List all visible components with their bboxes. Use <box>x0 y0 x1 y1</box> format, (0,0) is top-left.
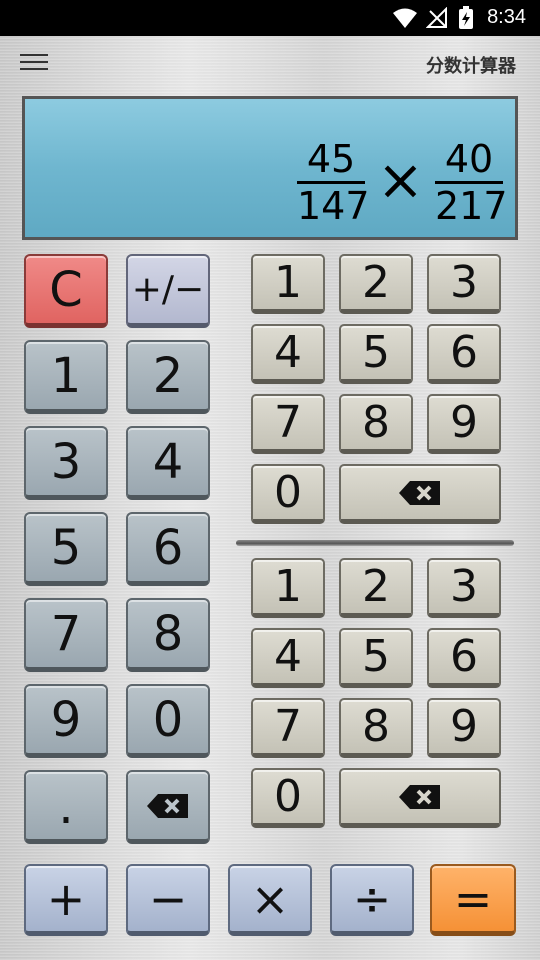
whole-digit-5-button[interactable]: 5 <box>24 512 108 586</box>
numerator-digit-3-button[interactable]: 3 <box>427 254 501 314</box>
right-numerator: 40 <box>444 137 494 181</box>
numerator-digit-7-button[interactable]: 7 <box>251 394 325 454</box>
status-time: 8:34 <box>487 6 526 28</box>
denominator-digit-7-button[interactable]: 7 <box>251 698 325 758</box>
numerator-digit-6-button[interactable]: 6 <box>427 324 501 384</box>
status-bar: 8:34 <box>0 0 540 36</box>
whole-digit-0-button[interactable]: 0 <box>126 684 210 758</box>
denominator-digit-9-button[interactable]: 9 <box>427 698 501 758</box>
whole-digit-4-button[interactable]: 4 <box>126 426 210 500</box>
app-title: 分数计算器 <box>426 56 516 77</box>
backspace-icon <box>399 480 440 505</box>
backspace-icon <box>147 793 188 818</box>
whole-digit-9-button[interactable]: 9 <box>24 684 108 758</box>
whole-digit-2-button[interactable]: 2 <box>126 340 210 414</box>
left-numerator: 45 <box>306 137 356 181</box>
subtract-button[interactable]: − <box>126 864 210 936</box>
wifi-icon <box>393 8 417 28</box>
no-signal-icon <box>426 7 447 28</box>
menu-icon[interactable] <box>20 54 48 76</box>
numerator-digit-8-button[interactable]: 8 <box>339 394 413 454</box>
left-fraction: 45 147 <box>297 137 370 228</box>
numerator-digit-5-button[interactable]: 5 <box>339 324 413 384</box>
numerator-digit-9-button[interactable]: 9 <box>427 394 501 454</box>
denominator-backspace-button[interactable] <box>339 768 501 828</box>
equals-button[interactable]: = <box>430 864 516 936</box>
numerator-digit-4-button[interactable]: 4 <box>251 324 325 384</box>
right-fraction: 40 217 <box>435 137 508 228</box>
backspace-icon <box>399 784 440 809</box>
denominator-digit-2-button[interactable]: 2 <box>339 558 413 618</box>
divide-button[interactable]: ÷ <box>330 864 414 936</box>
battery-charging-icon <box>459 6 473 29</box>
numerator-digit-1-button[interactable]: 1 <box>251 254 325 314</box>
numerator-digit-0-button[interactable]: 0 <box>251 464 325 524</box>
whole-digit-3-button[interactable]: 3 <box>24 426 108 500</box>
whole-digit-7-button[interactable]: 7 <box>24 598 108 672</box>
sign-toggle-button[interactable]: +/− <box>126 254 210 328</box>
right-denominator: 217 <box>435 184 508 228</box>
whole-digit-6-button[interactable]: 6 <box>126 512 210 586</box>
denominator-digit-8-button[interactable]: 8 <box>339 698 413 758</box>
whole-digit-8-button[interactable]: 8 <box>126 598 210 672</box>
multiply-button[interactable]: × <box>228 864 312 936</box>
denominator-digit-6-button[interactable]: 6 <box>427 628 501 688</box>
whole-digit-1-button[interactable]: 1 <box>24 340 108 414</box>
whole-backspace-button[interactable] <box>126 770 210 844</box>
numerator-digit-2-button[interactable]: 2 <box>339 254 413 314</box>
denominator-digit-5-button[interactable]: 5 <box>339 628 413 688</box>
result-display: 45 147 × 40 217 <box>22 96 518 240</box>
fraction-divider-bar <box>236 540 514 546</box>
denominator-digit-4-button[interactable]: 4 <box>251 628 325 688</box>
numerator-backspace-button[interactable] <box>339 464 501 524</box>
decimal-point-button[interactable]: . <box>24 770 108 844</box>
denominator-digit-3-button[interactable]: 3 <box>427 558 501 618</box>
display-operator: × <box>377 148 424 213</box>
calculator-app: 分数计算器 45 147 × 40 217 C +/− 1 2 3 4 5 6 … <box>0 36 540 960</box>
denominator-digit-0-button[interactable]: 0 <box>251 768 325 828</box>
clear-button[interactable]: C <box>24 254 108 328</box>
add-button[interactable]: + <box>24 864 108 936</box>
left-denominator: 147 <box>297 184 370 228</box>
denominator-digit-1-button[interactable]: 1 <box>251 558 325 618</box>
